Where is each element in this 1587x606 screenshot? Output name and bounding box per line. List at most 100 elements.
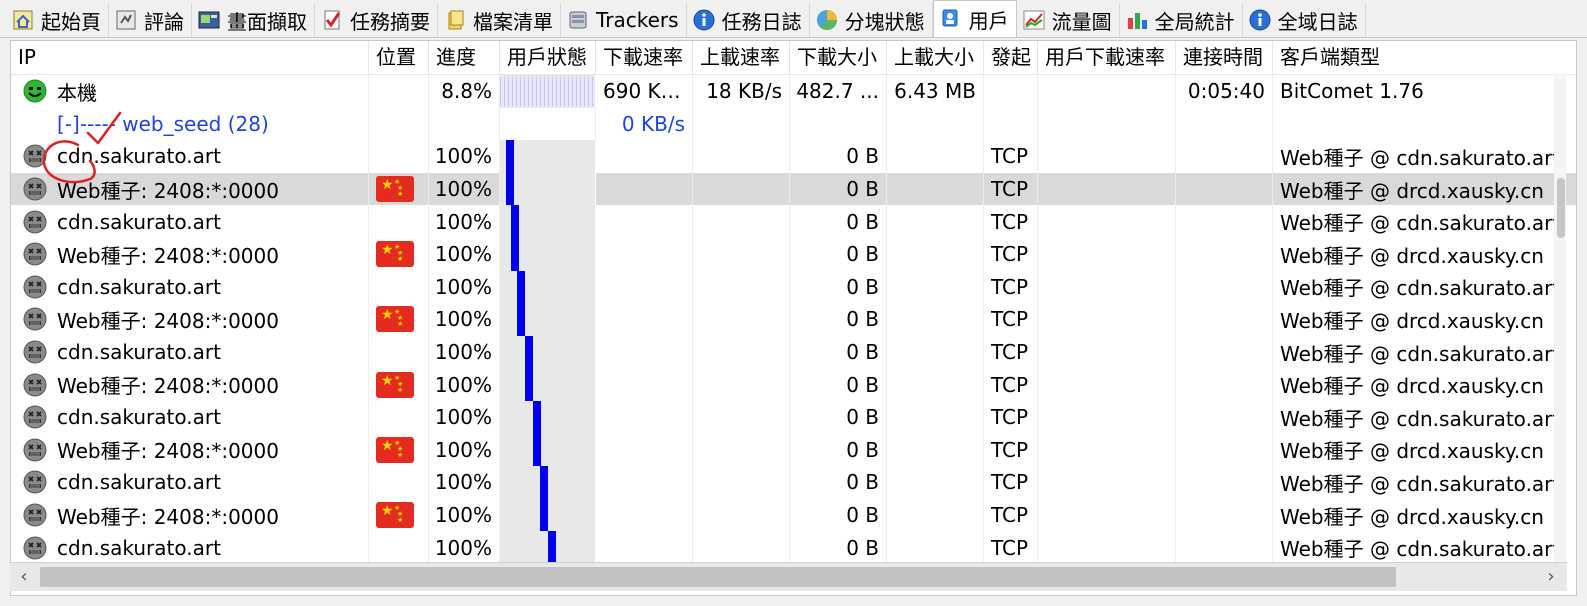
column-header-5[interactable]: 上載速率 (693, 41, 790, 74)
tab-2[interactable]: 畫面擷取 (192, 3, 315, 37)
column-header-2[interactable]: 進度 (429, 41, 500, 74)
column-header-1[interactable]: 位置 (369, 41, 429, 74)
cell-download-rate (596, 433, 693, 467)
cell-peer-status (500, 498, 596, 532)
tab-1[interactable]: 評論 (109, 3, 192, 37)
tab-label: 任務日誌 (721, 9, 802, 34)
table-row[interactable]: Web種子: 2408:*:0000 ★ ★ ★ ★ 100% 0 B TCP Web種子 @ … (11, 237, 1576, 271)
table-row-group[interactable]: [-]----- web_seed (28) 0 KB/s (11, 107, 1576, 141)
ip-text: cdn.sakurato.art (57, 470, 221, 495)
cell-location (369, 107, 429, 141)
tab-label: Trackers (596, 8, 679, 32)
tab-5[interactable]: Trackers (561, 3, 687, 37)
cell-progress: 100% (429, 433, 500, 467)
vertical-scrollbar[interactable] (1554, 74, 1566, 562)
table-row[interactable]: Web種子: 2408:*:0000 ★ ★ ★ ★ 100% 0 B TCP Web種子 @ … (11, 303, 1576, 336)
table-row[interactable]: Web種子: 2408:*:0000 ★ ★ ★ ★ 100% 0 B TCP Web種子 @ … (11, 172, 1576, 206)
cell-connect-time (1176, 140, 1273, 173)
cell-upload-size (887, 400, 984, 434)
table-row[interactable]: cdn.sakurato.art 100% 0 B TCP Web種子 @ cdn.sa… (11, 335, 1576, 369)
cell-download-rate (596, 335, 693, 369)
table-row[interactable]: cdn.sakurato.art 100% 0 B TCP Web種子 @ cdn.sa… (11, 400, 1576, 434)
tab-6[interactable]: 任務日誌 (687, 3, 810, 37)
cell-peer-status (500, 368, 596, 401)
cell-download-size: 0 B (790, 205, 887, 238)
tab-8[interactable]: 用戶 (932, 0, 1017, 37)
table-row[interactable]: cdn.sakurato.art 100% 0 B TCP Web種子 @ cdn.sa… (11, 270, 1576, 304)
column-header-8[interactable]: 發起 (984, 41, 1038, 74)
table-row[interactable]: cdn.sakurato.art 100% 0 B TCP Web種子 @ cdn.sa… (11, 140, 1576, 173)
cell-upload-size (887, 107, 984, 141)
peer-status-hatch (500, 77, 595, 106)
cell-origin: TCP (984, 335, 1038, 369)
tab-3[interactable]: 任務摘要 (315, 3, 438, 37)
download-rate-text: 690 KB... (603, 79, 685, 104)
cell-download-rate (596, 531, 693, 564)
column-header-6[interactable]: 下載大小 (790, 41, 887, 74)
ip-text: 本機 (57, 80, 97, 105)
cell-download-size: 0 B (790, 466, 887, 499)
horizontal-scroll-thumb[interactable] (40, 567, 1396, 587)
column-header-11[interactable]: 客戶端類型 (1273, 41, 1576, 74)
tab-11[interactable]: 全域日誌 (1243, 3, 1366, 37)
scroll-right-arrow-icon[interactable]: › (1539, 565, 1563, 589)
cell-group-label[interactable]: [-]----- web_seed (28) (11, 107, 369, 141)
tab-label: 起始頁 (41, 9, 101, 34)
cell-origin (984, 75, 1038, 108)
table-row[interactable]: cdn.sakurato.art 100% 0 B TCP Web種子 @ cdn.sa… (11, 205, 1576, 238)
cell-download-rate (596, 400, 693, 434)
cell-peer-status (500, 172, 596, 206)
tab-label: 流量圖 (1051, 9, 1112, 34)
cell-progress: 100% (429, 368, 500, 401)
ip-text: Web種子: 2408:*:0000 (57, 308, 279, 333)
cell-peer-download-rate (1038, 466, 1176, 499)
cell-client: Web種子 @ cdn.sakurato.art (1273, 466, 1576, 499)
peer-disconnected-icon (23, 144, 47, 168)
tab-9[interactable]: 流量圖 (1017, 3, 1120, 37)
cell-upload-size (887, 205, 984, 238)
cell-connect-time (1176, 303, 1273, 336)
column-header-10[interactable]: 連接時間 (1176, 41, 1273, 74)
china-flag-icon: ★ ★ ★ ★ (376, 241, 414, 268)
peer-disconnected-icon (23, 210, 47, 234)
cell-progress: 100% (429, 531, 500, 564)
column-header-7[interactable]: 上載大小 (887, 41, 984, 74)
scroll-left-arrow-icon[interactable]: ‹ (12, 565, 36, 589)
cell-peer-download-rate (1038, 335, 1176, 369)
column-header-4[interactable]: 下載速率 (596, 41, 693, 74)
table-row-local[interactable]: 本機 8.8% 690 KB... 18 KB/s 482.7 ... 6.43… (11, 75, 1576, 108)
tab-7[interactable]: 分塊狀態 (810, 3, 933, 37)
peer-disconnected-icon (23, 373, 47, 397)
horizontal-scrollbar[interactable]: ‹ › (10, 562, 1567, 591)
cell-peer-download-rate (1038, 140, 1176, 173)
table-row[interactable]: cdn.sakurato.art 100% 0 B TCP Web種子 @ cdn.sa… (11, 531, 1576, 564)
vertical-scroll-thumb[interactable] (1557, 178, 1565, 238)
column-header-0[interactable]: IP (11, 41, 369, 74)
cell-origin: TCP (984, 531, 1038, 564)
cell-download-rate (596, 466, 693, 499)
cell-download-rate: 690 KB... (596, 75, 693, 108)
tab-0[interactable]: 起始頁 (6, 3, 109, 37)
cell-origin: TCP (984, 237, 1038, 271)
cell-upload-size (887, 140, 984, 173)
table-row[interactable]: Web種子: 2408:*:0000 ★ ★ ★ ★ 100% 0 B TCP Web種子 @ … (11, 368, 1576, 401)
column-header-3[interactable]: 用戶狀態 (500, 41, 596, 74)
china-flag-icon: ★ ★ ★ ★ (376, 436, 414, 463)
cell-connect-time (1176, 270, 1273, 304)
peer-disconnected-icon (23, 242, 47, 266)
column-header-9[interactable]: 用戶下載速率 (1038, 41, 1176, 74)
cell-download-size (790, 107, 887, 141)
table-row[interactable]: Web種子: 2408:*:0000 ★ ★ ★ ★ 100% 0 B TCP Web種子 @ … (11, 498, 1576, 532)
peer-disconnected-icon (23, 536, 47, 560)
cell-client: Web種子 @ cdn.sakurato.art (1273, 531, 1576, 564)
table-row[interactable]: Web種子: 2408:*:0000 ★ ★ ★ ★ 100% 0 B TCP Web種子 @ … (11, 433, 1576, 467)
cell-peer-download-rate (1038, 433, 1176, 467)
ip-text: cdn.sakurato.art (57, 535, 221, 560)
table-row[interactable]: cdn.sakurato.art 100% 0 B TCP Web種子 @ cdn.sa… (11, 466, 1576, 499)
cell-download-rate (596, 270, 693, 304)
cell-peer-status (500, 433, 596, 467)
user-icon (939, 7, 963, 31)
tab-10[interactable]: 全局統計 (1120, 3, 1243, 37)
cell-upload-rate (693, 172, 790, 206)
tab-4[interactable]: 檔案清單 (438, 3, 561, 37)
